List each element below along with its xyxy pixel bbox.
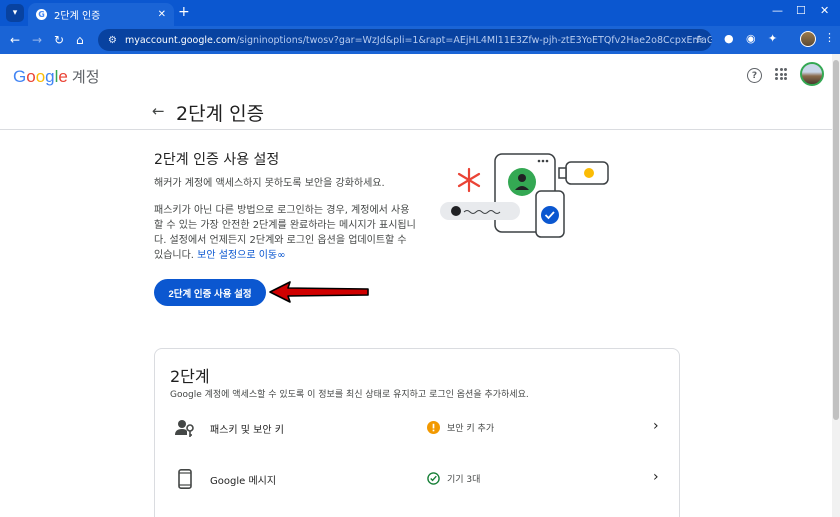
passkey-icon bbox=[175, 420, 194, 437]
back-arrow-icon[interactable]: ← bbox=[152, 102, 165, 120]
menu-icon[interactable]: ⋮ bbox=[824, 31, 835, 44]
logo-letter: g bbox=[45, 67, 55, 86]
chevron-down-icon: ▾ bbox=[12, 8, 18, 18]
row-label: Google 메시지 bbox=[210, 476, 277, 487]
new-tab-button[interactable]: + bbox=[178, 4, 190, 20]
site-info-icon[interactable]: ⚙ bbox=[108, 35, 117, 46]
logo-letter: o bbox=[26, 67, 36, 86]
logo-suffix: 계정 bbox=[71, 69, 100, 86]
apps-grid-icon[interactable] bbox=[775, 68, 787, 80]
reload-icon[interactable]: ↻ bbox=[54, 32, 64, 48]
forward-icon[interactable]: → bbox=[32, 32, 42, 48]
detail-text: 패스키가 아닌 다른 방법으로 로그인하는 경우, 계정에서 사용할 수 있는 … bbox=[154, 203, 416, 263]
minimize-icon[interactable]: — bbox=[772, 4, 783, 17]
two-step-card: 2단계 Google 계정에 액세스할 수 있도록 이 정보를 최신 상태로 유… bbox=[154, 348, 680, 517]
chevron-right-icon: › bbox=[653, 418, 659, 434]
row-status: 보안 키 추가 bbox=[447, 424, 495, 434]
tab-search-button[interactable]: ▾ bbox=[6, 4, 24, 22]
list-item-passkeys[interactable]: 패스키 및 보안 키 보안 키 추가 › bbox=[155, 408, 679, 448]
page-scrollbar[interactable] bbox=[832, 54, 840, 517]
maximize-icon[interactable]: ☐ bbox=[796, 4, 806, 17]
google-account-logo[interactable]: Google 계정 bbox=[13, 66, 100, 87]
check-badge-icon bbox=[541, 206, 559, 224]
url-domain: myaccount.google.com bbox=[124, 34, 237, 46]
tab-active[interactable]: G 2단계 인증 ✕ bbox=[28, 3, 174, 26]
security-settings-link[interactable]: 보안 설정으로 이동∞ bbox=[197, 250, 285, 261]
row-label: 패스키 및 보안 키 bbox=[210, 425, 284, 436]
close-icon[interactable]: ✕ bbox=[158, 9, 166, 20]
check-circle-icon bbox=[427, 472, 440, 485]
tab-strip: ▾ G 2단계 인증 ✕ + — ☐ ✕ bbox=[0, 0, 840, 26]
url-path: /signinoptions/twosv?gar=WzJd&pli=1&rapt… bbox=[236, 34, 712, 46]
extension-icon[interactable]: ✦ bbox=[768, 32, 777, 45]
chevron-right-icon: › bbox=[653, 469, 659, 485]
card-description: Google 계정에 액세스할 수 있도록 이 정보를 최신 상태로 유지하고 … bbox=[170, 390, 529, 400]
annotation-arrow-icon bbox=[269, 281, 369, 303]
scrollbar-thumb[interactable] bbox=[833, 60, 839, 420]
logo-letter: o bbox=[35, 67, 46, 86]
toolbar: ← → ↻ ⌂ ⚙ myaccount.google.com/signinopt… bbox=[0, 26, 840, 54]
window-close-icon[interactable]: ✕ bbox=[820, 4, 829, 17]
profile-avatar[interactable] bbox=[800, 31, 816, 47]
link-icon: ∞ bbox=[277, 250, 286, 261]
extension-dot-icon[interactable]: ● bbox=[724, 32, 734, 45]
enable-2sv-button[interactable]: 2단계 인증 사용 설정 bbox=[154, 279, 266, 306]
logo-letter: G bbox=[13, 67, 27, 86]
back-icon[interactable]: ← bbox=[10, 32, 20, 48]
tab-title: 2단계 인증 bbox=[54, 11, 101, 22]
card-title: 2단계 bbox=[170, 367, 210, 386]
warning-icon bbox=[427, 421, 440, 434]
row-status: 기기 3대 bbox=[447, 475, 481, 485]
logo-letter: e bbox=[58, 67, 68, 86]
asterisk-icon bbox=[457, 167, 481, 193]
home-icon[interactable]: ⌂ bbox=[76, 32, 84, 48]
intro-text: 해커가 계정에 액세스하지 못하도록 보안을 강화하세요. bbox=[154, 178, 385, 189]
address-bar[interactable]: ⚙ myaccount.google.com/signinoptions/two… bbox=[98, 29, 712, 51]
divider bbox=[0, 129, 840, 130]
security-settings-link-label: 보안 설정으로 이동 bbox=[197, 250, 278, 261]
list-item-google-messages[interactable]: Google 메시지 기기 3대 › bbox=[155, 459, 679, 499]
help-icon[interactable]: ? bbox=[747, 68, 762, 83]
avatar[interactable] bbox=[800, 62, 824, 86]
page: Google 계정 ? ← 2단계 인증 2단계 인증 사용 설정 해커가 계정에… bbox=[0, 54, 840, 517]
phone-icon bbox=[178, 469, 192, 489]
section-title: 2단계 인증 사용 설정 bbox=[154, 152, 280, 168]
page-title: 2단계 인증 bbox=[176, 103, 265, 125]
extension-ninja-icon[interactable]: ◉ bbox=[746, 32, 756, 45]
google-favicon-icon: G bbox=[36, 9, 47, 20]
star-icon[interactable]: ☆ bbox=[694, 33, 704, 46]
security-illustration bbox=[440, 153, 609, 238]
